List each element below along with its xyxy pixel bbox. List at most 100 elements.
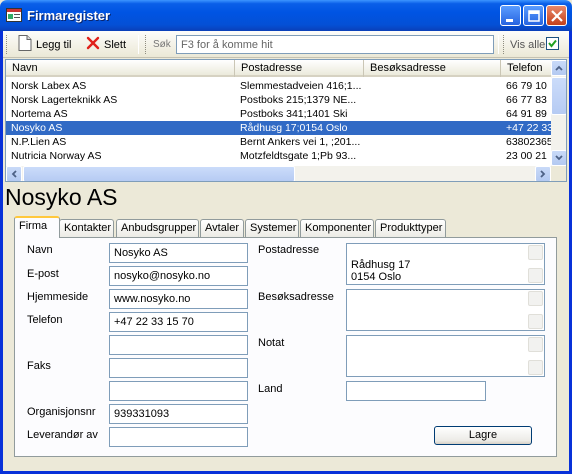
fax-field-2[interactable] (109, 381, 248, 401)
homepage-label: Hjemmeside (27, 291, 89, 303)
delete-label: Slett (104, 38, 127, 51)
email-label: E-post (27, 268, 59, 280)
tab-anbudsgrupper[interactable]: Anbudsgrupper (116, 219, 199, 237)
table-cell: Nortema AS (11, 108, 68, 120)
toolbar-grip[interactable] (503, 35, 505, 54)
new-document-icon (18, 35, 32, 54)
table-cell: 66 77 83 (506, 94, 547, 106)
homepage-field[interactable] (109, 289, 248, 309)
postal-address-value: Rådhusg 17 0154 Oslo (351, 259, 411, 283)
country-label: Land (258, 383, 283, 395)
table-cell: 64 91 89 (506, 108, 547, 120)
phone-field[interactable] (109, 312, 248, 332)
table-cell: Nosyko AS (11, 122, 63, 134)
fax-field[interactable] (109, 358, 248, 378)
table-cell: Bernt Ankers vei 1, ;201... (240, 136, 361, 148)
maximize-button[interactable] (523, 5, 544, 26)
close-icon (551, 10, 563, 22)
chevron-down-icon (555, 155, 563, 161)
table-cell: +47 22 33 (506, 122, 551, 134)
note-field[interactable] (346, 335, 545, 377)
toolbar-grip[interactable] (145, 35, 147, 54)
table-cell (364, 149, 501, 163)
table-cell (364, 107, 501, 121)
minimize-icon (506, 19, 513, 22)
name-field[interactable] (109, 243, 248, 263)
postal-address-field[interactable]: Rådhusg 17 0154 Oslo (346, 243, 545, 285)
table-cell (364, 79, 501, 93)
table-row[interactable]: Nortema AS Postboks 341;1401 Ski 64 91 89 (6, 107, 551, 121)
chevron-right-icon (540, 170, 546, 178)
company-list[interactable]: Navn Postadresse Besøksadresse Telefon N… (5, 59, 567, 182)
delete-icon (86, 36, 100, 53)
scroll-up-button[interactable] (551, 60, 566, 76)
supplier-label: Leverandør av (27, 429, 98, 441)
name-label: Navn (27, 244, 53, 256)
toolbar-grip[interactable] (6, 35, 8, 54)
window-title: Firmaregister (27, 8, 111, 23)
save-button[interactable]: Lagre (434, 426, 532, 445)
column-header-postal[interactable]: Postadresse (235, 60, 364, 77)
scroll-thumb[interactable] (23, 166, 295, 181)
list-horizontal-scrollbar[interactable] (6, 166, 551, 181)
search-input[interactable] (176, 35, 494, 54)
tab-avtaler[interactable]: Avtaler (200, 219, 244, 237)
phone-field-2[interactable] (109, 335, 248, 355)
table-row[interactable]: Norsk Labex AS Slemmestadveien 416;1... 66… (6, 79, 551, 93)
supplier-field[interactable] (109, 427, 248, 447)
org-number-field[interactable] (109, 404, 248, 424)
org-number-label: Organisjonsnr (27, 406, 96, 418)
company-title: Nosyko AS (5, 184, 118, 210)
scroll-down-button[interactable] (551, 150, 566, 166)
tab-firma[interactable]: Firma (14, 216, 60, 238)
visit-address-field[interactable] (346, 289, 545, 331)
scroll-right-button[interactable] (535, 166, 551, 181)
phone-label: Telefon (27, 314, 63, 326)
fax-label: Faks (27, 360, 51, 372)
show-all-checkbox[interactable] (546, 37, 559, 50)
table-cell: Nutricia Norway AS (11, 150, 102, 162)
table-cell: Postboks 215;1379 NE... (240, 94, 357, 106)
postal-address-scrollbar[interactable] (527, 244, 544, 284)
table-cell: Rådhusg 17;0154 Oslo (240, 122, 348, 134)
tab-systemer[interactable]: Systemer (245, 219, 299, 237)
table-row[interactable]: Nosyko AS Rådhusg 17;0154 Oslo +47 22 33 (6, 121, 551, 135)
table-row[interactable]: Nutricia Norway AS Motzfeldtsgate 1;Pb 93… (6, 149, 551, 163)
tab-kontakter[interactable]: Kontakter (59, 219, 114, 237)
table-row[interactable]: N.P.Lien AS Bernt Ankers vei 1, ;201... 63… (6, 135, 551, 149)
scrollbar-corner (551, 166, 566, 181)
column-header-name[interactable]: Navn (6, 60, 235, 77)
table-cell: Norsk Labex AS (11, 80, 87, 92)
email-field[interactable] (109, 266, 248, 286)
note-scrollbar[interactable] (527, 336, 544, 376)
title-bar[interactable]: Firmaregister (0, 0, 572, 31)
table-row[interactable]: Norsk Lagerteknikk AS Postboks 215;1379 N… (6, 93, 551, 107)
table-cell (364, 121, 501, 135)
table-cell: Slemmestadveien 416;1... (240, 80, 362, 92)
list-vertical-scrollbar[interactable] (551, 60, 566, 166)
column-header-visit[interactable]: Besøksadresse (364, 60, 501, 77)
table-cell (364, 135, 501, 149)
table-cell: Norsk Lagerteknikk AS (11, 94, 118, 106)
note-label: Notat (258, 337, 285, 349)
add-label: Legg til (36, 38, 72, 51)
visit-address-label: Besøksadresse (258, 291, 334, 303)
scroll-left-button[interactable] (6, 166, 22, 181)
tab-produkttyper[interactable]: Produkttyper (375, 219, 446, 237)
chevron-up-icon (555, 65, 563, 71)
delete-button[interactable]: Slett (83, 34, 129, 55)
scroll-thumb[interactable] (551, 77, 566, 115)
close-button[interactable] (546, 5, 567, 26)
app-icon (6, 8, 22, 22)
visit-address-scrollbar[interactable] (527, 290, 544, 330)
country-field[interactable] (346, 381, 486, 401)
add-button[interactable]: Legg til (15, 34, 74, 55)
table-cell: 63802365 (506, 136, 551, 148)
maximize-icon (528, 10, 540, 22)
table-cell: 66 79 10 (506, 80, 547, 92)
show-all-label: Vis alle (510, 39, 546, 51)
tab-komponenter[interactable]: Komponenter (300, 219, 374, 237)
toolbar-separator (498, 35, 499, 54)
minimize-button[interactable] (500, 5, 521, 26)
toolbar: Legg til Slett Søk Vis alle (3, 31, 569, 58)
